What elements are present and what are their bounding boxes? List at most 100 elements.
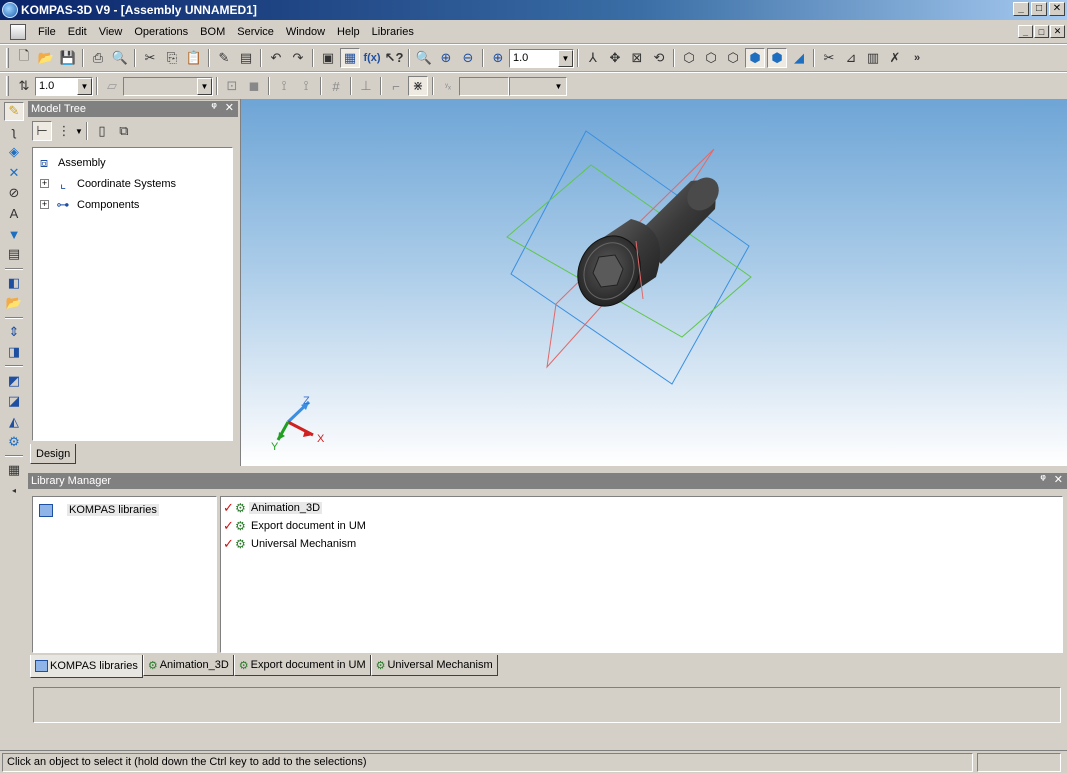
library-manager-toggle-icon[interactable]: ▦: [4, 461, 24, 479]
tab-animation-3d[interactable]: ⚙ Animation_3D: [142, 655, 234, 676]
library-item-universal-mechanism[interactable]: ✓ ⚙ Universal Mechanism: [223, 535, 1060, 553]
menu-window[interactable]: Window: [280, 26, 331, 38]
pan-icon[interactable]: ✥: [605, 48, 625, 68]
library-item-export-um[interactable]: ✓ ⚙ Export document in UM: [223, 517, 1060, 535]
library-group-kompas[interactable]: KOMPAS libraries: [39, 501, 210, 519]
coordinates-icon[interactable]: ʸₓ: [438, 76, 458, 96]
maximize-button[interactable]: □: [1031, 2, 1047, 16]
menu-service[interactable]: Service: [231, 26, 280, 38]
redo-icon[interactable]: ↷: [288, 48, 308, 68]
library-groups-view[interactable]: KOMPAS libraries: [32, 496, 217, 653]
properties-bar[interactable]: [33, 687, 1061, 723]
round-icon[interactable]: ⌐: [386, 76, 406, 96]
library-item-animation-3d[interactable]: ✓ ⚙ Animation_3D: [223, 499, 1060, 517]
close-icon[interactable]: ✕: [1054, 473, 1063, 486]
copy-icon[interactable]: ⎘: [162, 48, 182, 68]
halftone-icon[interactable]: ⬢: [745, 48, 765, 68]
section-icon[interactable]: ✂: [819, 48, 839, 68]
perspective-icon[interactable]: ◢: [789, 48, 809, 68]
create-part-icon[interactable]: ◩: [4, 371, 24, 389]
toolbar-overflow-icon[interactable]: »: [907, 48, 927, 68]
variables-icon[interactable]: f(x): [362, 48, 382, 68]
undo-icon[interactable]: ↶: [266, 48, 286, 68]
layer-combo[interactable]: ▼: [123, 76, 213, 96]
tree-relations-icon[interactable]: ⧉: [114, 121, 134, 141]
menu-file[interactable]: File: [32, 26, 62, 38]
mate-icon[interactable]: ⊘: [4, 184, 24, 202]
zoom-scale-combo[interactable]: 1.0 ▼: [509, 48, 574, 68]
chevron-down-icon[interactable]: ▼: [75, 127, 83, 136]
standard-products-icon[interactable]: ◭: [4, 412, 24, 430]
format-painter-icon[interactable]: ✎: [214, 48, 234, 68]
move-component-icon[interactable]: ⇕: [4, 323, 24, 341]
close-icon[interactable]: ✕: [225, 101, 234, 114]
cursor-step-icon[interactable]: ⇅: [14, 76, 34, 96]
library-icon[interactable]: ▥: [863, 48, 883, 68]
new-document-icon[interactable]: 🗋: [14, 48, 34, 68]
expand-icon[interactable]: +: [40, 200, 49, 209]
chevron-down-icon[interactable]: ▼: [197, 77, 212, 95]
tab-export-document-um[interactable]: ⚙ Export document in UM: [233, 655, 371, 676]
menu-operations[interactable]: Operations: [128, 26, 194, 38]
context-help-icon[interactable]: ↖?: [384, 48, 404, 68]
zoom-fit-icon[interactable]: ⊠: [627, 48, 647, 68]
model-tree-toggle-icon[interactable]: ▦: [340, 48, 360, 68]
pin-icon[interactable]: ᵠ: [211, 101, 216, 114]
toolbar-grip[interactable]: [6, 76, 9, 96]
local-cs-icon[interactable]: ⊡: [222, 76, 242, 96]
tab-kompas-libraries[interactable]: KOMPAS libraries: [30, 655, 143, 678]
doc-maximize-button[interactable]: □: [1034, 25, 1049, 38]
document-icon[interactable]: [10, 23, 26, 40]
tools-icon[interactable]: ✗: [885, 48, 905, 68]
filter-icon[interactable]: ▼: [4, 225, 24, 243]
hidden-lines-icon[interactable]: ⬡: [701, 48, 721, 68]
rotate-icon[interactable]: ⟲: [649, 48, 669, 68]
specification-icon[interactable]: ▤: [4, 245, 24, 263]
parametric-mode-icon[interactable]: ⋇: [408, 76, 428, 96]
dimensions-icon[interactable]: A: [4, 204, 24, 222]
expand-icon[interactable]: +: [40, 179, 49, 188]
orientation-icon[interactable]: ⅄: [583, 48, 603, 68]
model-tree-view[interactable]: ⧈ Assembly + ⌞ Coordinate Systems + ⊶ Co…: [32, 147, 233, 441]
tree-item-assembly[interactable]: ⧈ Assembly: [36, 152, 229, 173]
spatial-curves-icon[interactable]: ʅ: [4, 123, 24, 141]
tree-item-coordinate-systems[interactable]: + ⌞ Coordinate Systems: [36, 173, 229, 194]
cut-icon[interactable]: ✂: [140, 48, 160, 68]
save-icon[interactable]: 💾: [58, 48, 78, 68]
add-component-icon[interactable]: ◧: [4, 274, 24, 292]
halftone-outline-icon[interactable]: ⬢: [767, 48, 787, 68]
pin-icon[interactable]: ᵠ: [1040, 473, 1045, 486]
create-subassembly-icon[interactable]: ◪: [4, 392, 24, 410]
menu-bom[interactable]: BOM: [194, 26, 231, 38]
print-icon[interactable]: ⎙: [88, 48, 108, 68]
auxiliary-geometry-icon[interactable]: ✕: [4, 163, 24, 181]
zoom-window-icon[interactable]: 🔍: [414, 48, 434, 68]
coordinate-x-field[interactable]: [459, 76, 509, 96]
menu-help[interactable]: Help: [331, 26, 366, 38]
menu-view[interactable]: View: [93, 26, 129, 38]
print-preview-icon[interactable]: 🔍: [110, 48, 130, 68]
grid-icon[interactable]: #: [326, 76, 346, 96]
measure-icon[interactable]: ⊿: [841, 48, 861, 68]
doc-minimize-button[interactable]: _: [1018, 25, 1033, 38]
rotate-component-icon[interactable]: ◨: [4, 343, 24, 361]
paste-icon[interactable]: 📋: [184, 48, 204, 68]
minimize-button[interactable]: _: [1013, 2, 1029, 16]
tree-properties-icon[interactable]: ▯: [92, 121, 112, 141]
toolbar-grip[interactable]: [6, 48, 9, 68]
open-folder-icon[interactable]: 📂: [36, 48, 56, 68]
edit-assembly-icon[interactable]: ✎: [4, 102, 24, 121]
hidden-lines-thin-icon[interactable]: ⬡: [723, 48, 743, 68]
3d-viewport[interactable]: Z X Y: [240, 99, 1067, 466]
library-list-view[interactable]: ✓ ⚙ Animation_3D ✓ ⚙ Export document in …: [220, 496, 1063, 653]
orthogonal-icon[interactable]: ⊥: [356, 76, 376, 96]
manager-icon[interactable]: ▣: [318, 48, 338, 68]
surfaces-icon[interactable]: ◈: [4, 143, 24, 161]
chevron-down-icon[interactable]: ▼: [77, 77, 92, 95]
menu-libraries[interactable]: Libraries: [366, 26, 420, 38]
chevron-down-icon[interactable]: ▼: [551, 78, 566, 95]
layer-icon[interactable]: ▱: [102, 76, 122, 96]
add-from-file-icon[interactable]: 📂: [4, 294, 24, 312]
properties-icon[interactable]: ▤: [236, 48, 256, 68]
snap-settings-icon[interactable]: ⟟: [296, 76, 316, 96]
